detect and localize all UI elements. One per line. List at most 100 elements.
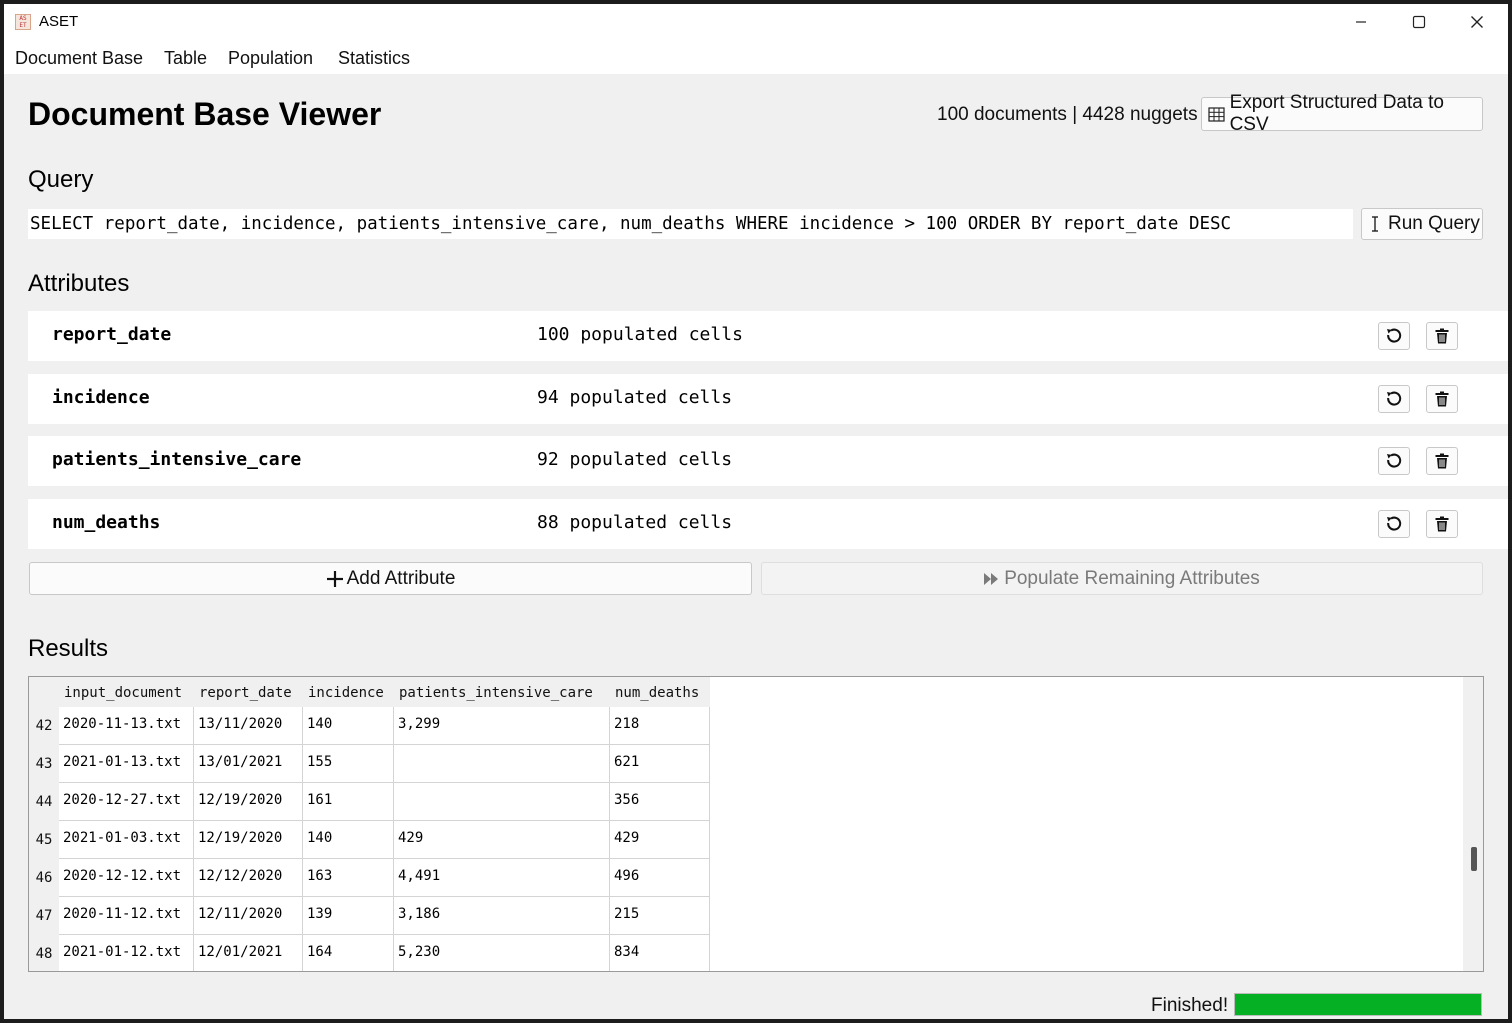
repopulate-button[interactable] [1378, 322, 1410, 350]
page-title: Document Base Viewer [28, 96, 382, 132]
row-index: 48 [29, 935, 59, 971]
column-header-patients-intensive-care[interactable]: patients_intensive_care [394, 677, 610, 707]
trash-icon [1435, 328, 1449, 344]
menu-document-base[interactable]: Document Base [15, 48, 143, 69]
table-cell[interactable]: 12/19/2020 [194, 821, 303, 859]
row-index: 42 [29, 707, 59, 745]
table-cell[interactable]: 13/01/2021 [194, 745, 303, 783]
table-cell[interactable]: 2020-11-13.txt [59, 707, 194, 745]
delete-attribute-button[interactable] [1426, 385, 1458, 413]
table-cell[interactable]: 2021-01-13.txt [59, 745, 194, 783]
close-button[interactable] [1448, 4, 1506, 40]
query-input[interactable]: SELECT report_date, incidence, patients_… [28, 209, 1353, 239]
table-cell[interactable]: 5,230 [394, 935, 610, 971]
attribute-name: patients_intensive_care [52, 449, 302, 470]
table-cell[interactable]: 163 [303, 859, 394, 897]
attribute-populated-count: 94 populated cells [537, 387, 733, 408]
table-cell[interactable]: 2020-12-12.txt [59, 859, 194, 897]
refresh-icon [1387, 328, 1402, 343]
repopulate-button[interactable] [1378, 510, 1410, 538]
table-cell[interactable]: 218 [610, 707, 710, 745]
table-cell[interactable]: 140 [303, 707, 394, 745]
attribute-populated-count: 100 populated cells [537, 324, 743, 345]
table-cell[interactable]: 429 [610, 821, 710, 859]
populate-remaining-button[interactable]: Populate Remaining Attributes [761, 562, 1483, 595]
query-heading: Query [28, 166, 94, 193]
delete-attribute-button[interactable] [1426, 510, 1458, 538]
plus-icon [326, 570, 343, 587]
table-cell[interactable] [394, 745, 610, 783]
table-cell[interactable]: 3,186 [394, 897, 610, 935]
table-cell[interactable]: 140 [303, 821, 394, 859]
attributes-heading: Attributes [28, 270, 130, 297]
table-cell[interactable]: 621 [610, 745, 710, 783]
table-cell[interactable]: 164 [303, 935, 394, 971]
attribute-populated-count: 92 populated cells [537, 449, 733, 470]
table-cell[interactable] [394, 783, 610, 821]
table-cell[interactable]: 215 [610, 897, 710, 935]
add-attribute-label: Add Attribute [346, 567, 456, 589]
table-cell[interactable]: 12/01/2021 [194, 935, 303, 971]
menu-table[interactable]: Table [164, 48, 207, 69]
attribute-name: incidence [52, 387, 150, 408]
status-text: Finished! [1151, 995, 1229, 1016]
table-corner [29, 677, 59, 707]
table-cell[interactable]: 3,299 [394, 707, 610, 745]
populate-remaining-label: Populate Remaining Attributes [1004, 567, 1260, 589]
table-cell[interactable]: 2020-12-27.txt [59, 783, 194, 821]
run-query-button[interactable]: Run Query [1361, 208, 1483, 240]
scrollbar-thumb[interactable] [1471, 847, 1477, 871]
menu-bar: Document Base Table Population Statistic… [4, 40, 1508, 74]
add-attribute-button[interactable]: Add Attribute [29, 562, 752, 595]
delete-attribute-button[interactable] [1426, 322, 1458, 350]
attribute-row-num-deaths: num_deaths 88 populated cells [28, 499, 1508, 549]
export-csv-button[interactable]: Export Structured Data to CSV [1201, 92, 1483, 135]
column-header-num-deaths[interactable]: num_deaths [610, 677, 710, 707]
attribute-name: report_date [52, 324, 172, 345]
delete-attribute-button[interactable] [1426, 447, 1458, 475]
progress-bar [1234, 993, 1482, 1016]
row-index: 46 [29, 859, 59, 897]
minimize-icon [1356, 21, 1366, 23]
table-cell[interactable]: 12/12/2020 [194, 859, 303, 897]
column-header-incidence[interactable]: incidence [303, 677, 394, 707]
menu-statistics[interactable]: Statistics [338, 48, 410, 69]
repopulate-button[interactable] [1378, 385, 1410, 413]
table-cell[interactable]: 496 [610, 859, 710, 897]
table-cell[interactable]: 155 [303, 745, 394, 783]
window-title: ASET [39, 13, 79, 30]
document-stats: 100 documents | 4428 nuggets [937, 104, 1198, 125]
table-cell[interactable]: 429 [394, 821, 610, 859]
table-cell[interactable]: 2020-11-12.txt [59, 897, 194, 935]
progress-fill [1235, 994, 1481, 1015]
vertical-scrollbar[interactable] [1463, 677, 1483, 971]
column-header-report-date[interactable]: report_date [194, 677, 303, 707]
table-cell[interactable]: 2021-01-03.txt [59, 821, 194, 859]
export-csv-label: Export Structured Data to CSV [1229, 92, 1444, 135]
fast-forward-icon [984, 572, 999, 585]
table-cell[interactable]: 356 [610, 783, 710, 821]
column-header-input-document[interactable]: input_document [59, 677, 194, 707]
table-cell[interactable]: 12/11/2020 [194, 897, 303, 935]
row-index: 43 [29, 745, 59, 783]
refresh-icon [1387, 391, 1402, 406]
row-index: 45 [29, 821, 59, 859]
trash-icon [1435, 391, 1449, 407]
table-cell[interactable]: 2021-01-12.txt [59, 935, 194, 971]
table-cell[interactable]: 139 [303, 897, 394, 935]
maximize-button[interactable] [1390, 4, 1448, 40]
table-cell[interactable]: 12/19/2020 [194, 783, 303, 821]
repopulate-button[interactable] [1378, 447, 1410, 475]
attribute-row-incidence: incidence 94 populated cells [28, 374, 1508, 424]
app-window: AS ET ASET Document Base Table Population… [4, 4, 1508, 1019]
table-cell[interactable]: 13/11/2020 [194, 707, 303, 745]
refresh-icon [1387, 453, 1402, 468]
table-cell[interactable]: 834 [610, 935, 710, 971]
table-cell[interactable]: 161 [303, 783, 394, 821]
table-cell[interactable]: 4,491 [394, 859, 610, 897]
minimize-button[interactable] [1332, 4, 1390, 40]
maximize-icon [1412, 15, 1426, 29]
menu-population[interactable]: Population [228, 48, 313, 69]
title-bar: AS ET ASET [4, 4, 1508, 40]
attribute-row-patients-intensive-care: patients_intensive_care 92 populated cel… [28, 436, 1508, 486]
